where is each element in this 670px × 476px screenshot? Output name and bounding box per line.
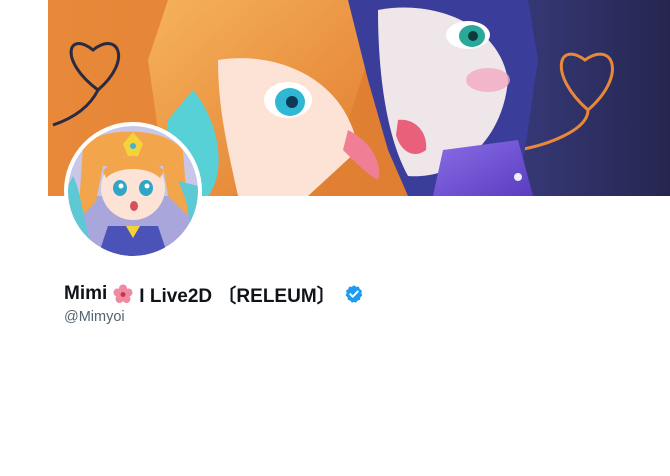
profile-avatar[interactable] [64,122,202,260]
hibiscus-icon [113,284,133,304]
profile-name-row: Mimi I Live2D 〔RELEUM〕 [64,281,364,307]
profile-name: Mimi [64,283,108,304]
profile-handle: @Mimyoi [64,309,125,325]
verified-badge-icon[interactable] [344,284,364,304]
profile-name-suffix: I Live2D 〔RELEUM〕 [139,285,336,307]
